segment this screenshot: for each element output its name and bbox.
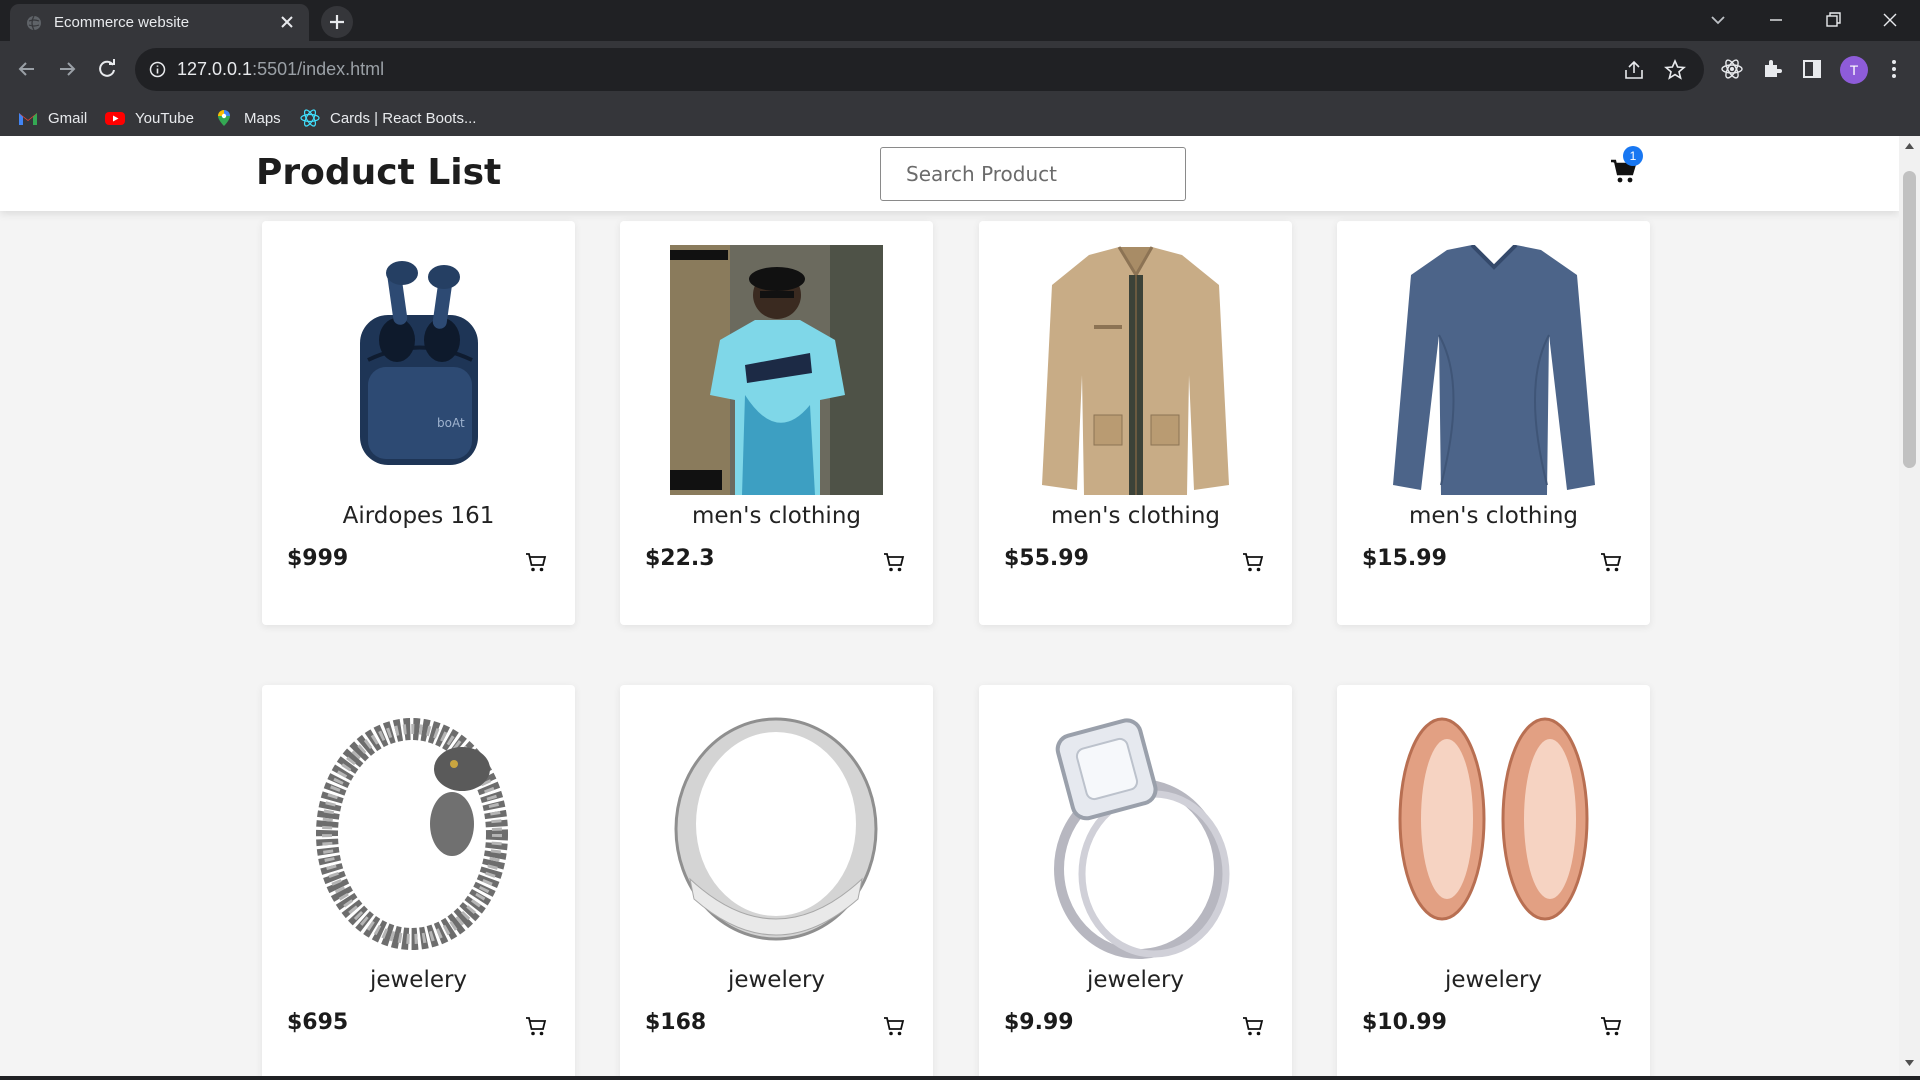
site-info-icon[interactable] [149,61,166,78]
bookmark-react-bootstrap[interactable]: Cards | React Boots... [300,107,476,129]
product-name: Airdopes 161 [342,503,495,529]
share-icon[interactable] [1622,58,1646,82]
back-icon[interactable] [14,56,40,82]
close-window-icon[interactable] [1878,8,1902,32]
product-price: $55.99 [1004,546,1089,571]
minimize-icon[interactable] [1764,8,1788,32]
react-devtools-icon[interactable] [1720,57,1744,81]
reload-icon[interactable] [94,56,120,82]
cart-count-badge: 1 [1623,146,1643,166]
side-panel-icon[interactable] [1800,57,1824,81]
profile-avatar[interactable]: T [1840,56,1868,84]
maps-icon [218,110,230,126]
tab-search-icon[interactable] [1706,8,1730,32]
silver-ring-image [674,717,878,941]
new-tab-button[interactable] [321,6,353,38]
forward-icon[interactable] [54,56,80,82]
product-name: jewelery [727,967,826,993]
react-bootstrap-icon [300,109,320,127]
product-card[interactable]: jewelery $695 [262,685,575,1076]
longsleeve-image [1393,245,1595,495]
close-tab-icon[interactable] [279,14,295,30]
globe-icon [27,15,41,31]
product-price: $10.99 [1362,1010,1447,1035]
add-to-cart-icon[interactable] [525,551,547,573]
add-to-cart-icon[interactable] [1242,551,1264,573]
plus-icon [330,15,344,29]
menu-kebab-icon[interactable] [1882,57,1906,81]
product-name: jewelery [1444,967,1543,993]
page-viewport: Product List 1 boAt Airdopes 161 $999 [0,136,1899,1076]
add-to-cart-icon[interactable] [1600,1015,1622,1037]
search-input[interactable] [880,147,1186,201]
vertical-scrollbar[interactable] [1899,136,1920,1076]
address-bar[interactable]: 127.0.0.1:5501/index.html [135,48,1704,91]
product-name: jewelery [1086,967,1185,993]
bookmark-gmail[interactable]: Gmail [18,107,87,129]
youtube-icon [105,112,125,125]
product-name: men's clothing [1408,503,1579,529]
product-price: $22.3 [645,546,715,571]
bookmark-youtube[interactable]: YouTube [105,107,194,129]
tab-title: Ecommerce website [54,14,190,31]
rose-gold-plugs-image [1398,717,1589,921]
add-to-cart-icon[interactable] [883,1015,905,1037]
product-price: $999 [287,546,349,571]
bookmark-star-icon[interactable] [1663,58,1687,82]
site-header: Product List 1 [0,136,1899,211]
product-card[interactable]: men's clothing $22.3 [620,221,933,625]
scrollbar-thumb[interactable] [1903,171,1916,468]
diamond-ring-image [1054,718,1230,959]
scroll-up-arrow-icon[interactable] [1904,142,1915,150]
product-name: men's clothing [691,503,862,529]
product-card[interactable]: jewelery $9.99 [979,685,1292,1076]
product-card[interactable]: jewelery $10.99 [1337,685,1650,1076]
add-to-cart-icon[interactable] [525,1015,547,1037]
product-price: $15.99 [1362,546,1447,571]
bookmarks-bar: Gmail YouTube Maps Cards | React Boots..… [0,98,1920,136]
product-card[interactable]: jewelery $168 [620,685,933,1076]
page-title: Product List [256,152,502,193]
add-to-cart-icon[interactable] [1242,1015,1264,1037]
add-to-cart-icon[interactable] [1600,551,1622,573]
tshirt-model-image [670,245,883,495]
product-price: $9.99 [1004,1010,1074,1035]
scroll-down-arrow-icon[interactable] [1904,1059,1915,1067]
product-card[interactable]: men's clothing $55.99 [979,221,1292,625]
jacket-image [1042,246,1229,495]
url-text: 127.0.0.1:5501/index.html [177,59,385,79]
svg-text:boAt: boAt [437,416,465,430]
product-card[interactable]: boAt Airdopes 161 $999 [262,221,575,625]
product-price: $168 [645,1010,707,1035]
earbuds-image: boAt [360,261,478,465]
tab-strip: Ecommerce website [0,0,1920,41]
product-name: men's clothing [1050,503,1221,529]
browser-tab[interactable]: Ecommerce website [10,4,309,41]
gmail-icon [19,113,37,125]
product-name: jewelery [369,967,468,993]
bookmark-maps[interactable]: Maps [214,107,281,129]
extensions-icon[interactable] [1760,57,1784,81]
browser-toolbar: 127.0.0.1:5501/index.html [0,41,1920,98]
add-to-cart-icon[interactable] [883,551,905,573]
product-price: $695 [287,1010,349,1035]
product-card[interactable]: men's clothing $15.99 [1337,221,1650,625]
restore-icon[interactable] [1821,8,1845,32]
bracelet-image [316,718,508,950]
